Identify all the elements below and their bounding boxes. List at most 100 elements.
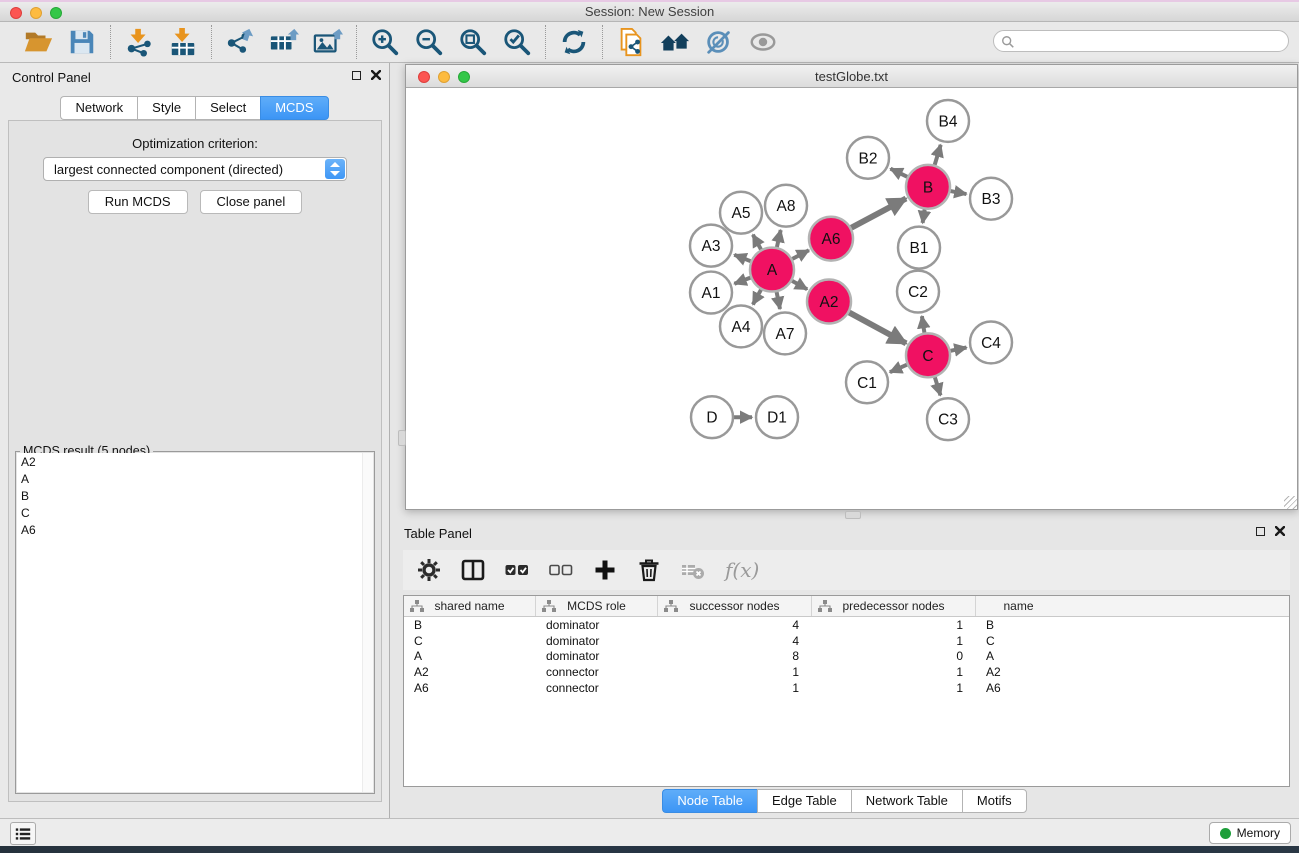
table-cell[interactable]: 0 bbox=[812, 649, 976, 663]
column-header-shared-name[interactable]: shared name bbox=[404, 596, 536, 616]
edge-C-C1[interactable] bbox=[890, 365, 907, 373]
table-cell[interactable]: dominator bbox=[536, 649, 658, 663]
zoom-fit-button[interactable] bbox=[457, 26, 489, 58]
edge-A-A6[interactable] bbox=[792, 250, 809, 259]
edge-A-A8[interactable] bbox=[777, 230, 781, 247]
close-panel-icon[interactable] bbox=[371, 70, 381, 80]
refresh-button[interactable] bbox=[558, 26, 590, 58]
table-cell[interactable]: 1 bbox=[812, 681, 976, 695]
column-header-name[interactable]: name bbox=[976, 596, 1061, 616]
table-cell[interactable]: dominator bbox=[536, 618, 658, 632]
show-graphics-button[interactable] bbox=[747, 26, 779, 58]
table-cell[interactable]: 4 bbox=[658, 618, 812, 632]
float-table-panel-icon[interactable] bbox=[1256, 527, 1265, 536]
tab-select[interactable]: Select bbox=[195, 96, 260, 120]
table-cell[interactable]: A bbox=[976, 649, 1061, 663]
edge-A6-B[interactable] bbox=[851, 199, 906, 228]
table-cell[interactable]: connector bbox=[536, 681, 658, 695]
delete-row-button[interactable] bbox=[637, 558, 661, 582]
import-network-button[interactable] bbox=[123, 26, 155, 58]
table-cell[interactable]: 1 bbox=[658, 665, 812, 679]
table-row[interactable]: Adominator80A bbox=[404, 649, 1289, 665]
column-header-successor-nodes[interactable]: successor nodes bbox=[658, 596, 812, 616]
table-cell[interactable]: A6 bbox=[404, 681, 536, 695]
open-session-button[interactable] bbox=[22, 26, 54, 58]
export-image-button[interactable] bbox=[312, 26, 344, 58]
add-column-button[interactable] bbox=[593, 558, 617, 582]
criterion-select[interactable]: largest connected component (directed) bbox=[43, 157, 347, 181]
edge-B-B3[interactable] bbox=[951, 191, 967, 194]
table-cell[interactable]: C bbox=[404, 634, 536, 648]
mcds-result-item[interactable]: B bbox=[17, 487, 373, 504]
columns-button[interactable] bbox=[461, 558, 485, 582]
edge-C-C4[interactable] bbox=[951, 347, 967, 350]
table-cell[interactable]: 1 bbox=[812, 618, 976, 632]
table-row[interactable]: A6connector11A6 bbox=[404, 680, 1289, 696]
save-session-button[interactable] bbox=[66, 26, 98, 58]
table-cell[interactable]: B bbox=[976, 618, 1061, 632]
copy-network-button[interactable] bbox=[615, 26, 647, 58]
select-all-checkboxes-button[interactable] bbox=[505, 558, 529, 582]
column-header-mcds-role[interactable]: MCDS role bbox=[536, 596, 658, 616]
memory-button[interactable]: Memory bbox=[1209, 822, 1291, 844]
edge-C-C3[interactable] bbox=[935, 377, 941, 395]
table-cell[interactable]: A6 bbox=[976, 681, 1061, 695]
search-input[interactable] bbox=[1020, 32, 1280, 50]
result-scrollbar[interactable] bbox=[362, 453, 373, 792]
edge-A-A7[interactable] bbox=[777, 292, 780, 309]
column-header-predecessor-nodes[interactable]: predecessor nodes bbox=[812, 596, 976, 616]
hide-details-button[interactable] bbox=[703, 26, 735, 58]
mcds-result-item[interactable]: A2 bbox=[17, 453, 373, 470]
table-row[interactable]: Cdominator41C bbox=[404, 633, 1289, 649]
table-cell[interactable]: A bbox=[404, 649, 536, 663]
export-table-button[interactable] bbox=[268, 26, 300, 58]
export-network-button[interactable] bbox=[224, 26, 256, 58]
table-cell[interactable]: 4 bbox=[658, 634, 812, 648]
close-table-panel-icon[interactable] bbox=[1275, 526, 1285, 536]
mcds-result-item[interactable]: A bbox=[17, 470, 373, 487]
import-table-button[interactable] bbox=[167, 26, 199, 58]
edge-A-A4[interactable] bbox=[753, 290, 761, 305]
deselect-all-checkboxes-button[interactable] bbox=[549, 558, 573, 582]
tab-style[interactable]: Style bbox=[137, 96, 195, 120]
table-cell[interactable]: connector bbox=[536, 665, 658, 679]
mcds-result-item[interactable]: A6 bbox=[17, 521, 373, 538]
tab-edge-table[interactable]: Edge Table bbox=[757, 789, 851, 813]
tab-node-table[interactable]: Node Table bbox=[662, 789, 757, 813]
zoom-in-button[interactable] bbox=[369, 26, 401, 58]
edge-C-C2[interactable] bbox=[922, 316, 925, 333]
zoom-selected-button[interactable] bbox=[501, 26, 533, 58]
home-button[interactable] bbox=[659, 26, 691, 58]
table-cell[interactable]: A2 bbox=[976, 665, 1061, 679]
mcds-result-item[interactable]: C bbox=[17, 504, 373, 521]
edge-B-B1[interactable] bbox=[923, 210, 925, 223]
float-panel-icon[interactable] bbox=[352, 71, 361, 80]
table-cell[interactable]: 1 bbox=[658, 681, 812, 695]
edge-B-B4[interactable] bbox=[935, 145, 941, 165]
table-cell[interactable]: C bbox=[976, 634, 1061, 648]
table-cell[interactable]: dominator bbox=[536, 634, 658, 648]
vertical-scroll-thumb[interactable] bbox=[398, 430, 406, 446]
tab-mcds[interactable]: MCDS bbox=[260, 96, 328, 120]
close-panel-button[interactable]: Close panel bbox=[200, 190, 303, 214]
window-resize-handle[interactable] bbox=[1284, 496, 1297, 509]
network-canvas[interactable]: AA1A2A3A4A5A6A7A8BB1B2B3B4CC1C2C3C4DD1 bbox=[406, 88, 1297, 509]
gear-button[interactable] bbox=[417, 558, 441, 582]
zoom-out-button[interactable] bbox=[413, 26, 445, 58]
run-mcds-button[interactable]: Run MCDS bbox=[88, 190, 188, 214]
table-cell[interactable]: B bbox=[404, 618, 536, 632]
edge-A2-C[interactable] bbox=[849, 312, 906, 343]
tab-network-table[interactable]: Network Table bbox=[851, 789, 962, 813]
table-cell[interactable]: 8 bbox=[658, 649, 812, 663]
edge-A-A1[interactable] bbox=[734, 278, 750, 284]
edge-B-B2[interactable] bbox=[891, 169, 908, 177]
table-row[interactable]: Bdominator41B bbox=[404, 617, 1289, 633]
edge-A-A5[interactable] bbox=[753, 235, 761, 250]
edge-A-A2[interactable] bbox=[792, 281, 807, 289]
task-history-button[interactable] bbox=[10, 822, 36, 845]
table-row[interactable]: A2connector11A2 bbox=[404, 664, 1289, 680]
table-cell[interactable]: 1 bbox=[812, 665, 976, 679]
tab-network[interactable]: Network bbox=[60, 96, 137, 120]
tab-motifs[interactable]: Motifs bbox=[962, 789, 1027, 813]
table-cell[interactable]: 1 bbox=[812, 634, 976, 648]
